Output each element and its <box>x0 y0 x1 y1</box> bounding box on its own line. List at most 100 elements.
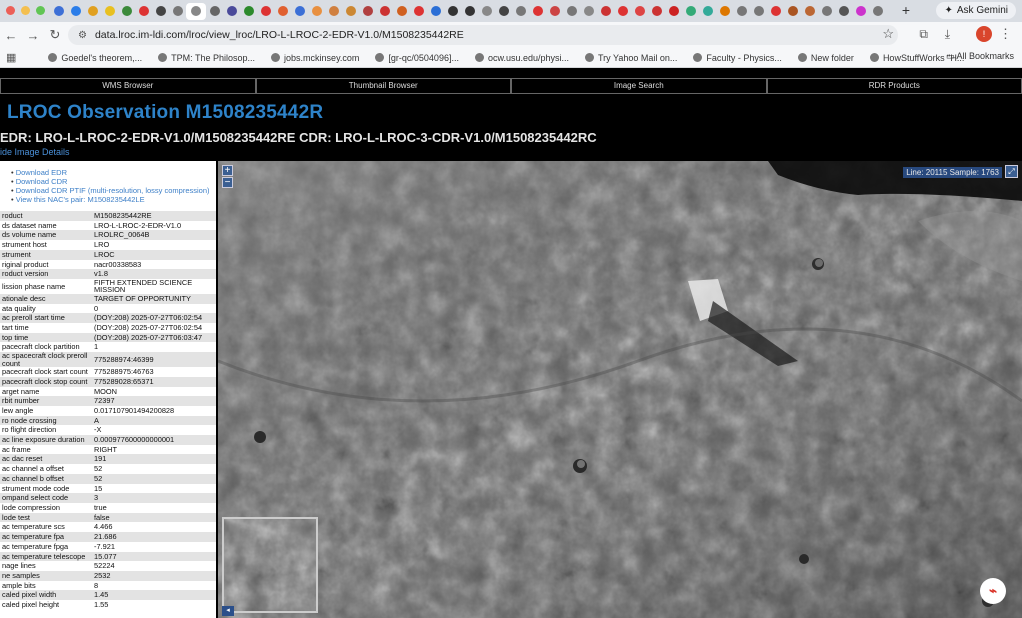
browser-tab[interactable] <box>206 3 223 20</box>
metadata-value: TARGET OF OPPORTUNITY <box>92 293 216 304</box>
browser-tab[interactable] <box>529 3 546 20</box>
browser-tab[interactable] <box>546 3 563 20</box>
browser-tab[interactable] <box>512 3 529 20</box>
download-cdr-link[interactable]: Download CDR <box>11 177 216 186</box>
browser-tab[interactable] <box>852 3 869 20</box>
minimize-window-icon[interactable] <box>21 6 30 15</box>
apps-icon[interactable]: ▦ <box>6 51 16 64</box>
download-icon[interactable]: ⤓ <box>945 27 950 42</box>
bookmark-item[interactable]: jobs.mckinsey.com <box>271 53 359 63</box>
browser-tab[interactable] <box>67 3 84 20</box>
collapse-overview-button[interactable]: ◂ <box>222 606 234 616</box>
browser-tab[interactable] <box>410 3 427 20</box>
forward-icon[interactable]: → <box>22 28 44 43</box>
table-row: ac spacecraft clock preroll count 7752889… <box>0 352 216 368</box>
browser-tab[interactable] <box>665 3 682 20</box>
browser-tab[interactable] <box>699 3 716 20</box>
bookmark-item[interactable]: [gr-qc/0504096]... <box>375 53 459 63</box>
fullscreen-icon[interactable]: ⤢ <box>1005 165 1018 178</box>
browser-tab[interactable] <box>84 3 101 20</box>
browser-tab[interactable] <box>274 3 291 20</box>
browser-tab[interactable] <box>169 3 186 20</box>
bookmark-star-icon[interactable]: ☆ <box>882 26 894 42</box>
browser-tab[interactable] <box>291 3 308 20</box>
browser-tab[interactable] <box>152 3 169 20</box>
tab-favicon-icon <box>736 6 747 16</box>
back-icon[interactable]: ← <box>0 28 22 43</box>
bookmark-item[interactable]: TPM: The Philosop... <box>158 53 255 63</box>
browser-tab[interactable] <box>135 3 152 20</box>
browser-tab[interactable] <box>733 3 750 20</box>
acrobat-icon[interactable]: ⌁ <box>980 578 1006 604</box>
bookmark-item[interactable]: Try Yahoo Mail on... <box>585 53 677 63</box>
browser-tab[interactable] <box>682 3 699 20</box>
browser-tab[interactable] <box>563 3 580 20</box>
browser-tab[interactable] <box>50 3 67 20</box>
browser-tab[interactable] <box>342 3 359 20</box>
browser-tab[interactable] <box>631 3 648 20</box>
browser-tab[interactable] <box>597 3 614 20</box>
browser-tab[interactable] <box>801 3 818 20</box>
browser-tab[interactable] <box>614 3 631 20</box>
download-ptif-link[interactable]: Download CDR PTIF (multi-resolution, los… <box>11 186 216 195</box>
ask-gemini-button[interactable]: ✦ Ask Gemini <box>936 2 1016 19</box>
browser-tab[interactable] <box>376 3 393 20</box>
browser-tab[interactable] <box>461 3 478 20</box>
overview-map[interactable] <box>222 517 318 613</box>
tab-favicon-icon <box>138 6 149 16</box>
nav-wms-browser[interactable]: WMS Browser <box>0 78 256 94</box>
browser-tab[interactable] <box>716 3 733 20</box>
nav-rdr-products[interactable]: RDR Products <box>766 78 1022 94</box>
browser-tab[interactable] <box>869 3 886 20</box>
close-window-icon[interactable] <box>6 6 15 15</box>
browser-tab[interactable] <box>101 3 118 20</box>
address-bar[interactable]: ⚙ data.lroc.im-ldi.com/lroc/view_lroc/LR… <box>68 25 898 45</box>
window-controls <box>6 6 45 15</box>
browser-tab[interactable] <box>118 3 135 20</box>
browser-tab[interactable] <box>784 3 801 20</box>
zoom-out-button[interactable]: − <box>222 177 233 188</box>
browser-tab[interactable] <box>818 3 835 20</box>
profile-avatar[interactable]: ! <box>976 26 992 42</box>
browser-tab[interactable] <box>393 3 410 20</box>
nav-thumbnail-browser[interactable]: Thumbnail Browser <box>255 78 511 94</box>
metadata-key: roduct version <box>0 269 92 279</box>
bookmark-item[interactable]: Faculty - Physics... <box>693 53 782 63</box>
browser-tab[interactable] <box>427 3 444 20</box>
reload-icon[interactable]: ↻ <box>44 27 66 43</box>
nav-image-search[interactable]: Image Search <box>511 78 767 94</box>
menu-icon[interactable]: ⋮ <box>999 26 1012 42</box>
browser-tab[interactable] <box>240 3 257 20</box>
browser-tab[interactable] <box>648 3 665 20</box>
image-viewer[interactable]: + − Line: 20115 Sample: 1763 ⤢ ◂ ⌁ <box>218 161 1022 618</box>
download-edr-link[interactable]: Download EDR <box>11 168 216 177</box>
new-tab-button[interactable]: + <box>902 2 910 18</box>
browser-tab[interactable] <box>186 2 206 20</box>
hide-details-link[interactable]: ide Image Details <box>0 147 70 157</box>
tab-favicon-icon <box>345 6 356 16</box>
bookmarks-bar: ▦ Goedel's theorem,... TPM: The Philosop.… <box>0 48 1022 68</box>
maximize-window-icon[interactable] <box>36 6 45 15</box>
site-info-icon[interactable]: ⚙ <box>78 30 87 41</box>
browser-tab[interactable] <box>444 3 461 20</box>
browser-tab[interactable] <box>580 3 597 20</box>
extensions-icon[interactable]: ⧉ <box>919 27 928 42</box>
browser-tab[interactable] <box>478 3 495 20</box>
bookmark-item[interactable]: ocw.usu.edu/physi... <box>474 53 569 63</box>
all-bookmarks-button[interactable]: ▭ All Bookmarks <box>946 51 1014 62</box>
bookmark-item[interactable]: Goedel's theorem,... <box>48 53 142 63</box>
browser-tab[interactable] <box>750 3 767 20</box>
browser-tab[interactable] <box>223 3 240 20</box>
bookmark-item[interactable]: New folder <box>797 53 854 63</box>
zoom-in-button[interactable]: + <box>222 165 233 176</box>
browser-tab[interactable] <box>325 3 342 20</box>
browser-tab[interactable] <box>308 3 325 20</box>
view-pair-link[interactable]: View this NAC's pair: M1508235442LE <box>11 195 216 204</box>
browser-tab[interactable] <box>359 3 376 20</box>
browser-tab[interactable] <box>495 3 512 20</box>
browser-tab[interactable] <box>767 3 784 20</box>
browser-tab[interactable] <box>835 3 852 20</box>
browser-tab[interactable] <box>257 3 274 20</box>
table-row: strument host LRO <box>0 240 216 250</box>
bookmark-favicon-icon <box>585 53 595 62</box>
